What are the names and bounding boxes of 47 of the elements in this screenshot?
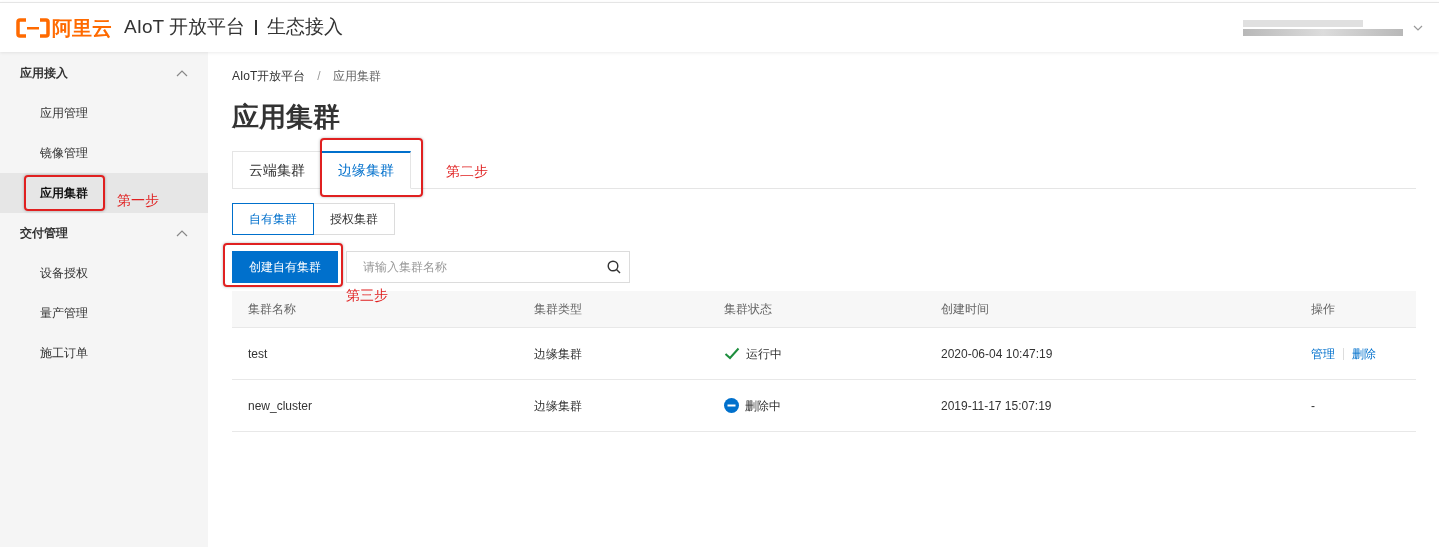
chevron-up-icon[interactable] (176, 229, 188, 237)
breadcrumb-separator: / (317, 68, 321, 85)
table-cell-text: 边缘集群 (534, 397, 583, 415)
tab[interactable]: 云端集群 (232, 151, 322, 189)
step-label: 第三步 (346, 286, 388, 305)
sidebar-item[interactable]: 镜像管理 (0, 133, 208, 173)
check-icon (724, 347, 740, 360)
create-button[interactable]: 创建自有集群 (232, 251, 338, 283)
platform-title: AIoT 开放平台 (124, 15, 246, 40)
brand-name: 阿里云 (52, 15, 112, 41)
chevron-down-icon[interactable] (1413, 24, 1423, 31)
table-cell-text: 边缘集群 (534, 345, 583, 363)
table-cell-text: 2020-06-04 10:47:19 (941, 345, 1054, 363)
segment-tab[interactable]: 授权集群 (313, 203, 395, 235)
column-header: 集群类型 (534, 301, 583, 318)
status-text: 运行中 (746, 345, 782, 363)
step-label: 第二步 (446, 162, 488, 181)
action-link[interactable]: 管理 (1311, 344, 1335, 363)
logo-icon (16, 17, 50, 38)
sidebar-group-header[interactable]: 交付管理 (0, 213, 208, 253)
column-header: 集群状态 (724, 301, 773, 318)
sidebar-item[interactable]: 设备授权 (0, 253, 208, 293)
table-cell-text: 2019-11-17 15:07:19 (941, 397, 1053, 415)
search-icon[interactable] (607, 260, 621, 274)
segment-tab[interactable]: 自有集群 (232, 203, 314, 235)
sidebar-item[interactable]: 应用管理 (0, 93, 208, 133)
minus-circle-icon (724, 398, 739, 413)
table-cell-text: new_cluster (248, 397, 314, 415)
sidebar-item[interactable]: 量产管理 (0, 293, 208, 333)
table-cell-text: - (1311, 397, 1315, 415)
column-header: 操作 (1311, 301, 1336, 318)
page-title: 应用集群 (232, 101, 341, 134)
breadcrumb-link[interactable]: AIoT开放平台 (232, 67, 306, 85)
sidebar-group-header[interactable]: 应用接入 (0, 53, 208, 93)
search-field[interactable]: 请输入集群名称 (346, 251, 630, 283)
column-header: 集群名称 (248, 301, 297, 318)
column-header: 创建时间 (941, 301, 990, 318)
step-label: 第一步 (117, 191, 159, 210)
chevron-up-icon[interactable] (176, 69, 188, 77)
tab[interactable]: 边缘集群 (321, 151, 411, 189)
sidebar-item[interactable]: 施工订单 (0, 333, 208, 373)
action-link[interactable]: 删除 (1352, 344, 1376, 363)
platform-subtitle: 生态接入 (267, 15, 344, 40)
sidebar-item[interactable]: 应用集群 第一步 (0, 173, 208, 213)
table-cell-text: test (248, 345, 269, 363)
user-account-redacted[interactable] (1243, 19, 1403, 36)
status-text: 删除中 (745, 397, 781, 415)
